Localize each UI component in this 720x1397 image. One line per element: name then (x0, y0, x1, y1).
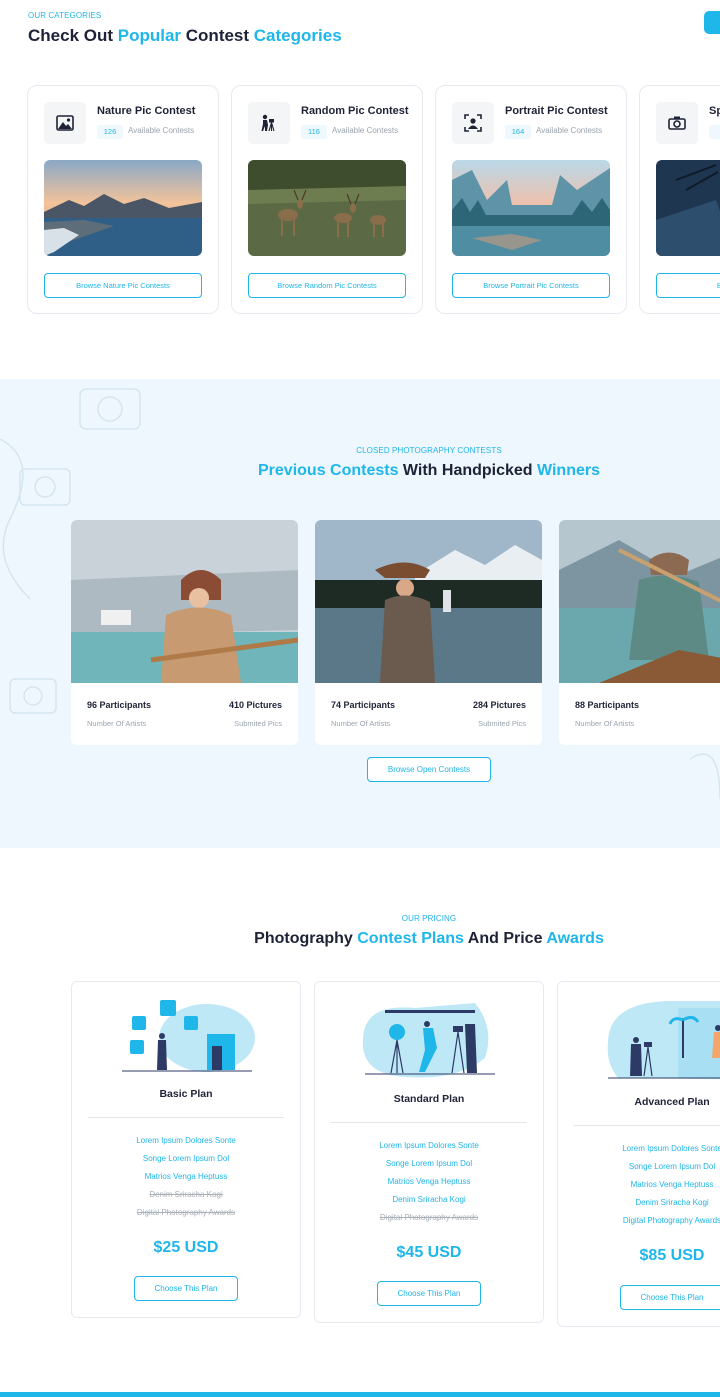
plan-feature-disabled: Digital Photography Awards (379, 1213, 479, 1222)
category-available-label: Available Contests (332, 126, 399, 135)
category-card-portrait: Portrait Pic Contest 164 Available Conte… (435, 85, 627, 314)
browse-category-button[interactable]: Browse Random Pic Contests (248, 273, 406, 298)
plan-illustration (362, 1003, 495, 1078)
contest-winner-image (71, 520, 298, 683)
previous-contest-card[interactable]: 74 Participants 284 Pictures Number Of A… (315, 520, 542, 745)
browse-open-contests-button[interactable]: Browse Open Contests (367, 757, 491, 782)
category-count-badge: 164 (505, 125, 531, 139)
previous-eyebrow: CLOSED PHOTOGRAPHY CONTESTS (356, 446, 502, 455)
previous-contest-card[interactable]: 96 Participants 410 Pictures Number Of A… (71, 520, 298, 745)
category-count-badge: 116 (301, 125, 327, 139)
participants-label: Number Of Artists (575, 719, 635, 728)
plan-feature-disabled: Denim Sriracha Kogi (149, 1190, 223, 1199)
plan-card-advanced: Advanced Plan Lorem Ipsum Dolores Sonte … (557, 981, 720, 1327)
pictures-count: 410 Pictures (228, 700, 282, 710)
footer-accent-bar (0, 1392, 720, 1397)
plan-feature: Matrios Venga Heptuss (144, 1172, 228, 1181)
categories-eyebrow: OUR CATEGORIES (28, 11, 102, 20)
plan-price: $45 USD (396, 1244, 462, 1261)
plan-feature: Denim Sriracha Kogi (635, 1198, 709, 1207)
plan-feature: Matrios Venga Heptuss (387, 1177, 471, 1186)
browse-category-button[interactable]: Browse Portrait Pic Contests (452, 273, 610, 298)
plan-card-basic: Basic Plan Lorem Ipsum Dolores Sonte Son… (71, 981, 301, 1318)
choose-plan-button[interactable]: Choose This Plan (377, 1281, 481, 1306)
participants-label: Number Of Artists (331, 719, 391, 728)
pricing-title: Photography Contest Plans And Price Awar… (254, 930, 604, 947)
category-name: Portrait Pic Contest (505, 105, 608, 117)
plan-feature: Lorem Ipsum Dolores Sonte (622, 1144, 720, 1153)
category-name: Nature Pic Contest (97, 105, 196, 117)
category-name: Sp (709, 105, 720, 117)
plan-feature-disabled: Digital Photography Awards (136, 1208, 236, 1217)
plan-price: $25 USD (153, 1239, 219, 1256)
pictures-count: 284 Pictures (472, 700, 526, 710)
plan-feature: Songe Lorem Ipsum Dol (142, 1154, 230, 1163)
categories-title: Check Out Popular Contest Categories (28, 26, 342, 45)
plan-illustration (122, 1000, 255, 1072)
pictures-label: Submited Pics (234, 719, 282, 728)
category-available-label: Available Contests (128, 126, 195, 135)
plan-illustration (607, 1001, 720, 1080)
plan-card-standard: Standard Plan Lorem Ipsum Dolores Sonte … (314, 981, 544, 1323)
plan-name: Advanced Plan (634, 1096, 710, 1108)
category-image-nature (44, 160, 202, 256)
previous-title: Previous Contests With Handpicked Winner… (258, 462, 600, 479)
category-card-random: Random Pic Contest 116 Available Contest… (231, 85, 423, 314)
participants-label: Number Of Artists (87, 719, 147, 728)
photographer-tripod-icon (248, 102, 290, 144)
browse-category-button[interactable]: Browse Sp (656, 273, 720, 298)
category-card-nature: Nature Pic Contest 126 Available Contest… (27, 85, 219, 314)
plan-divider (88, 1117, 284, 1118)
category-image-portrait (452, 160, 610, 256)
browse-category-button[interactable]: Browse Nature Pic Contests (44, 273, 202, 298)
category-available-label: Available Contests (536, 126, 603, 135)
participants-count: 74 Participants (331, 700, 396, 710)
plan-name: Basic Plan (159, 1088, 213, 1100)
landscape-photo-icon (44, 102, 86, 144)
pricing-eyebrow: OUR PRICING (401, 914, 457, 923)
page: OUR CATEGORIES Check Out Popular Contest… (0, 0, 720, 1397)
category-count-badge: 126 (97, 125, 123, 139)
previous-contests-section: CLOSED PHOTOGRAPHY CONTESTS Previous Con… (0, 379, 720, 848)
contest-winner-image (315, 520, 542, 683)
plan-feature: Lorem Ipsum Dolores Sonte (379, 1141, 479, 1150)
plan-feature: Denim Sriracha Kogi (392, 1195, 466, 1204)
pictures-label: Submited Pics (478, 719, 526, 728)
plan-price: $85 USD (639, 1247, 705, 1264)
plan-feature: Lorem Ipsum Dolores Sonte (136, 1136, 236, 1145)
category-image-special (656, 160, 720, 256)
choose-plan-button[interactable]: Choose This Plan (620, 1285, 720, 1310)
category-count-badge: 1 (709, 125, 720, 139)
participants-count: 88 Participants (575, 700, 640, 710)
plan-feature: Songe Lorem Ipsum Dol (628, 1162, 716, 1171)
camera-icon (656, 102, 698, 144)
plan-feature: Songe Lorem Ipsum Dol (385, 1159, 473, 1168)
plan-name: Standard Plan (393, 1093, 465, 1105)
category-card-special: Sp 1 Browse Sp (639, 85, 720, 314)
plan-divider (574, 1125, 720, 1126)
contest-winner-image (559, 520, 720, 683)
choose-plan-button[interactable]: Choose This Plan (134, 1276, 238, 1301)
plan-divider (331, 1122, 527, 1123)
plan-feature: Matrios Venga Heptuss (630, 1180, 714, 1189)
category-name: Random Pic Contest (301, 105, 409, 117)
category-image-random (248, 160, 406, 256)
previous-contest-card[interactable]: 88 Participants 3 Number Of Artists S (559, 520, 720, 745)
portrait-frame-icon (452, 102, 494, 144)
plan-feature: Digital Photography Awards (622, 1216, 720, 1225)
participants-count: 96 Participants (87, 700, 152, 710)
header-action-button[interactable] (704, 11, 720, 34)
